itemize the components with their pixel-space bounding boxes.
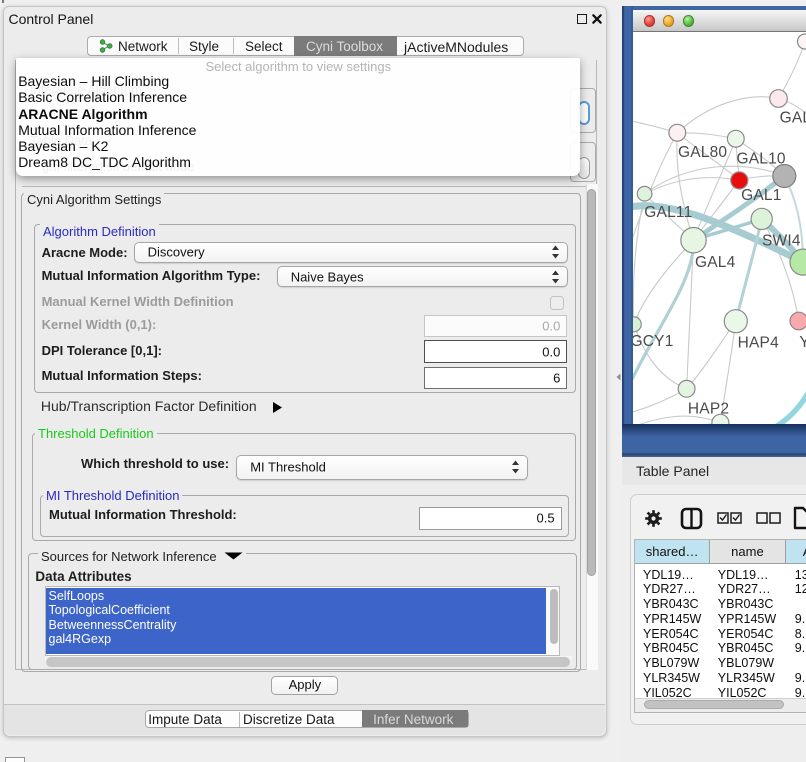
svg-text:GAL80: GAL80 <box>678 144 727 161</box>
svg-text:GAL1: GAL1 <box>741 187 781 204</box>
svg-text:GAL7: GAL7 <box>779 110 806 127</box>
svg-text:GAL10: GAL10 <box>736 151 785 168</box>
svg-text:HAP2: HAP2 <box>688 401 729 418</box>
svg-text:GAL11: GAL11 <box>644 204 692 221</box>
svg-text:GAL4: GAL4 <box>695 254 736 271</box>
svg-text:GCY1: GCY1 <box>633 333 674 350</box>
svg-text:Y: Y <box>799 334 806 351</box>
svg-text:HAP4: HAP4 <box>737 334 778 351</box>
svg-text:SWI4: SWI4 <box>762 233 801 250</box>
